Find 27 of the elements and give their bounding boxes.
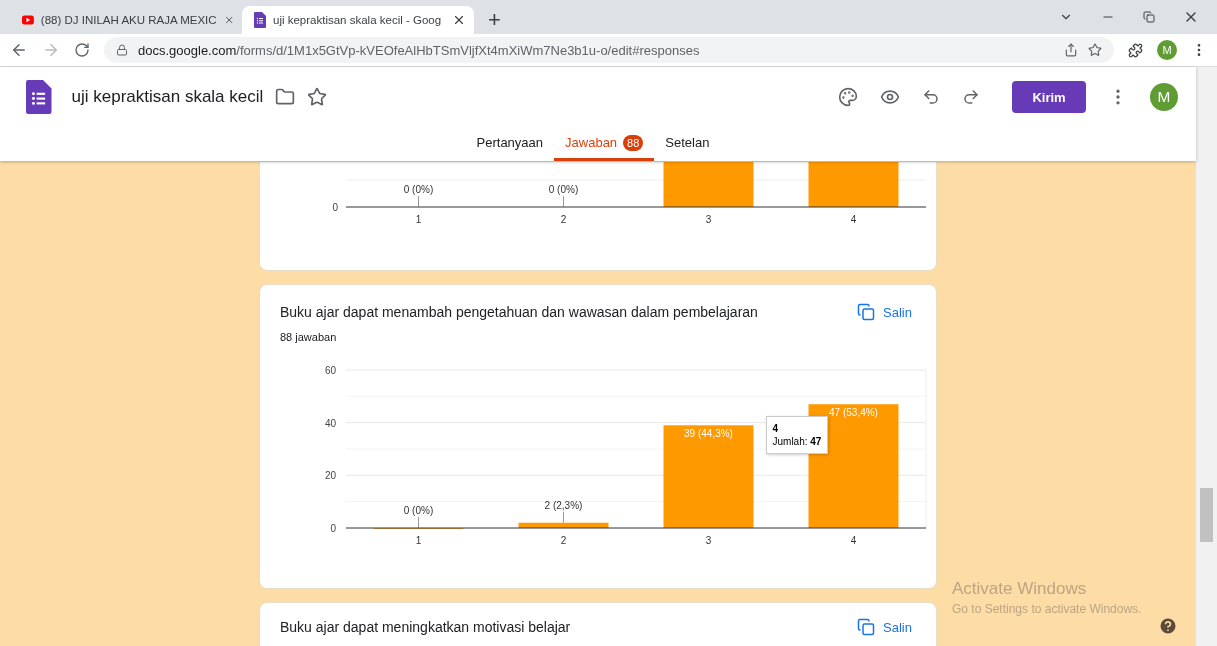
axis-tick-label: 20 [324, 470, 336, 482]
bar-value-label: 0 (0%) [403, 184, 434, 208]
category-label: 1 [415, 535, 422, 546]
url-text: docs.google.com/forms/d/1M1x5GtVp-kVEOfeAlHbTSmVljfXt4mXiWm7Ne3b1u-o/edit#responses [138, 42, 701, 58]
count-badge: 88 [623, 134, 644, 151]
bar-value-label: 2 (2,3%) [544, 499, 583, 524]
bar-value-label: 0 (0%) [403, 505, 434, 529]
category-label: 2 [560, 535, 567, 546]
activation-title: Activate Windows [952, 579, 1088, 599]
axis-tick-label: 0 [330, 523, 336, 534]
axis-tick-label: 0 [332, 202, 338, 213]
activation-hint: Go to Settings to activate Windows. [952, 602, 1142, 616]
question-title: Buku ajar dapat meningkatkan motivasi belajar [280, 619, 571, 635]
question-title: Buku ajar dapat menambah pengetahuan dan wawasan dalam pembelajaran [280, 304, 758, 320]
bar-value-label: 0 (0%) [548, 184, 579, 208]
bar-value-label: 39 (44,3%) [684, 428, 733, 440]
category-label: 4 [850, 214, 857, 225]
axis-tick-label: 60 [324, 365, 336, 376]
category-label: 2 [560, 214, 567, 225]
axis-tick-label: 40 [324, 417, 336, 429]
category-label: 3 [705, 535, 712, 546]
category-label: 1 [415, 214, 422, 225]
response-count: 88 jawaban [280, 331, 338, 343]
chart-tooltip: 4 Jumlah: 47 [765, 416, 829, 454]
category-label: 4 [850, 535, 857, 546]
bar-value-label: 47 (53,4%) [829, 407, 878, 419]
category-label: 3 [705, 214, 712, 225]
